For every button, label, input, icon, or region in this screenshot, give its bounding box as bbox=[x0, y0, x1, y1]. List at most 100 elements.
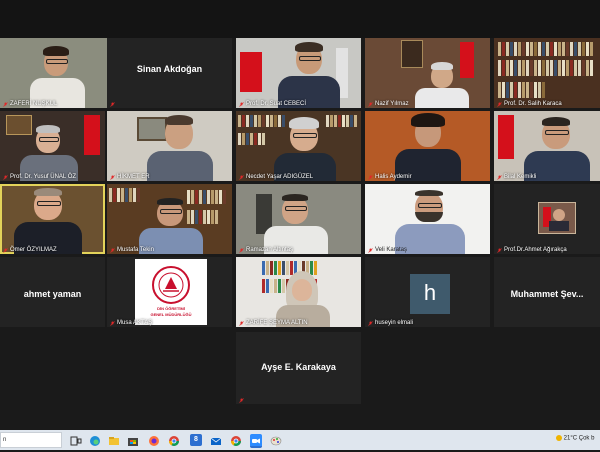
muted-mic-icon bbox=[368, 174, 373, 180]
participant-name: Prof.Dr.Ahmet Ağırakça bbox=[497, 247, 567, 253]
muted-mic-icon bbox=[110, 320, 115, 326]
participant-tile[interactable]: ahmet yaman bbox=[0, 257, 105, 327]
participant-tile[interactable]: Veli Karataş bbox=[365, 184, 490, 254]
participant-tile[interactable]: Prof. Dr. Suat CEBECİ bbox=[236, 38, 361, 108]
participant-avatar-initial: h bbox=[410, 274, 450, 314]
participant-name bbox=[110, 102, 115, 107]
weather-text: 21°C Çok b bbox=[563, 435, 595, 442]
participant-display-name: ahmet yaman bbox=[23, 289, 82, 299]
task-view-icon[interactable] bbox=[70, 434, 82, 446]
muted-mic-icon bbox=[110, 174, 115, 180]
muted-mic-icon bbox=[110, 247, 115, 253]
participant-tile[interactable]: Prof. Dr. Yusuf ÜNAL ÖZ bbox=[0, 111, 105, 181]
participant-tile[interactable]: Mustafa Tekin bbox=[107, 184, 232, 254]
participant-tile[interactable]: Muhammet Şev... bbox=[494, 257, 600, 327]
turkish-flag bbox=[84, 115, 100, 155]
muted-mic-icon bbox=[3, 247, 8, 253]
meeting-top-bar bbox=[0, 0, 600, 38]
participant-name: Veli Karataş bbox=[368, 247, 407, 253]
participant-tile[interactable]: DİN ÖĞRETİMİ GENEL MÜDÜRLÜĞÜ Musa AKTAŞ bbox=[107, 257, 232, 327]
store-icon[interactable] bbox=[127, 434, 139, 446]
windows-taskbar: n 8 21°C Çok b bbox=[0, 430, 600, 450]
muted-mic-icon bbox=[239, 101, 244, 107]
participant-tile[interactable]: Ramazan Altıntaş bbox=[236, 184, 361, 254]
taskbar-search-box[interactable]: n bbox=[0, 432, 62, 448]
participant-tile[interactable]: Ayşe E. Karakaya bbox=[236, 332, 361, 404]
books bbox=[498, 60, 593, 76]
firefox-icon[interactable] bbox=[148, 434, 160, 446]
edge-icon[interactable] bbox=[89, 434, 101, 446]
muted-mic-icon bbox=[497, 174, 502, 180]
participant-tile[interactable]: Bilal Kemikli bbox=[494, 111, 600, 181]
participant-name: huseyin elmali bbox=[368, 320, 413, 326]
muted-mic-icon bbox=[497, 247, 502, 253]
institution-logo: DİN ÖĞRETİMİ GENEL MÜDÜRLÜĞÜ bbox=[135, 259, 207, 325]
participant-name: HİKMET ER bbox=[110, 174, 150, 180]
participant-name: Bilal Kemikli bbox=[497, 174, 536, 180]
muted-mic-icon bbox=[239, 247, 244, 253]
participant-tile[interactable]: Necdet Yaşar ADIGÜZEL bbox=[236, 111, 361, 181]
participant-tile[interactable]: HİKMET ER bbox=[107, 111, 232, 181]
books bbox=[238, 133, 265, 145]
participant-video bbox=[274, 42, 344, 108]
turkish-flag bbox=[240, 52, 262, 92]
participant-name: Mustafa Tekin bbox=[110, 247, 154, 253]
turkish-flag bbox=[498, 115, 514, 159]
participant-name: Halis Aydemir bbox=[368, 174, 412, 180]
weather-sun-icon bbox=[556, 435, 562, 441]
muted-mic-icon bbox=[368, 320, 373, 326]
participant-name: Musa AKTAŞ bbox=[110, 320, 152, 326]
participant-video bbox=[395, 113, 461, 181]
participant-tile-active-speaker[interactable]: Ömer ÖZYILMAZ bbox=[0, 184, 105, 254]
books bbox=[498, 82, 545, 98]
muted-mic-icon bbox=[3, 101, 8, 107]
logo-line2: GENEL MÜDÜRLÜĞÜ bbox=[150, 312, 192, 317]
participant-name: Nazif Yılmaz bbox=[368, 101, 409, 107]
participant-name: ZARİFE ŞEYMA ALTIN bbox=[239, 320, 308, 326]
participant-video bbox=[14, 188, 84, 254]
muted-mic-icon bbox=[110, 102, 115, 107]
muted-mic-icon bbox=[239, 320, 244, 326]
participant-tile[interactable]: Prof.Dr.Ahmet Ağırakça bbox=[494, 184, 600, 254]
participant-video bbox=[262, 194, 332, 254]
participant-name: Necdet Yaşar ADIGÜZEL bbox=[239, 174, 313, 180]
books bbox=[498, 42, 593, 56]
participant-video bbox=[411, 62, 471, 108]
muted-mic-icon bbox=[368, 101, 373, 107]
participant-tile[interactable]: h huseyin elmali bbox=[365, 257, 490, 327]
participant-video bbox=[393, 190, 467, 254]
participant-profile-picture bbox=[538, 202, 576, 234]
participant-video bbox=[270, 117, 340, 181]
participant-tile[interactable]: ZARİFE ŞEYMA ALTIN bbox=[236, 257, 361, 327]
participant-tile[interactable]: Sinan Akdoğan bbox=[107, 38, 232, 108]
participant-video bbox=[524, 117, 594, 181]
participant-tile[interactable]: Halis Aydemir bbox=[365, 111, 490, 181]
logo-line1: DİN ÖĞRETİMİ bbox=[157, 306, 185, 311]
participant-video bbox=[274, 271, 334, 327]
participant-name: ZAFERİ NUŞKUL bbox=[3, 101, 57, 107]
participant-name: Ramazan Altıntaş bbox=[239, 247, 293, 253]
participant-video bbox=[20, 125, 82, 181]
participant-name: Prof. Dr. Salih Karaca bbox=[497, 101, 562, 107]
muted-mic-icon bbox=[368, 247, 373, 253]
muted-mic-icon bbox=[3, 174, 8, 180]
participant-display-name: Ayşe E. Karakaya bbox=[261, 362, 336, 372]
chrome-icon-2[interactable] bbox=[230, 434, 242, 446]
paint-icon[interactable] bbox=[270, 434, 282, 446]
weather-widget[interactable]: 21°C Çok b bbox=[556, 435, 594, 442]
muted-mic-icon bbox=[239, 398, 244, 403]
muted-mic-icon bbox=[239, 174, 244, 180]
chrome-icon[interactable] bbox=[168, 434, 180, 446]
file-explorer-icon[interactable] bbox=[108, 434, 120, 446]
participant-name: Prof. Dr. Yusuf ÜNAL ÖZ bbox=[3, 174, 76, 180]
books bbox=[109, 188, 140, 202]
app-8-icon[interactable]: 8 bbox=[190, 434, 202, 446]
participant-name bbox=[239, 398, 244, 403]
participant-video bbox=[30, 46, 90, 108]
participant-tile[interactable]: Nazif Yılmaz bbox=[365, 38, 490, 108]
mail-icon[interactable] bbox=[210, 434, 222, 446]
participant-display-name: Sinan Akdoğan bbox=[136, 64, 203, 74]
participant-tile[interactable]: Prof. Dr. Salih Karaca bbox=[494, 38, 600, 108]
participant-video bbox=[147, 115, 217, 181]
zoom-icon[interactable] bbox=[250, 434, 262, 448]
